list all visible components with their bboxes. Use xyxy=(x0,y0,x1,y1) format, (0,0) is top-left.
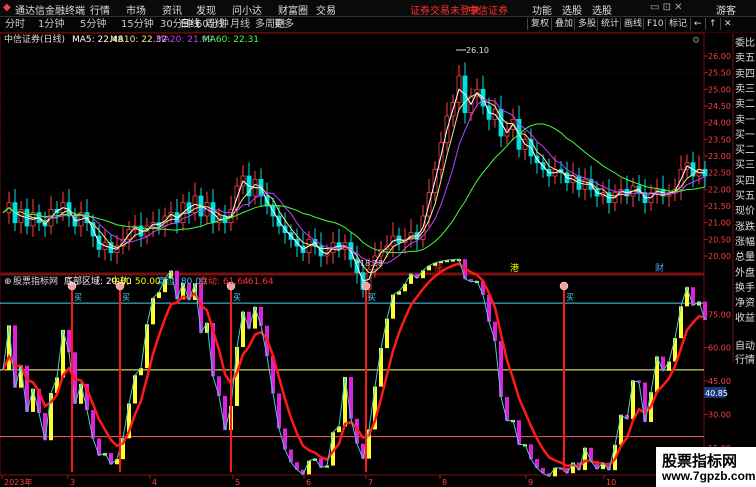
oscillator-bar xyxy=(631,380,635,420)
sidebar-field[interactable]: 买一 xyxy=(735,126,755,141)
ind-ytick-label: 60.00 xyxy=(708,344,731,353)
price-yticks: 20.00 20.50 21.00 21.50 22.00 22.50 23.00 23.50… xyxy=(704,52,731,261)
price-series xyxy=(2,62,708,301)
sidebar-field[interactable]: 买四 xyxy=(735,172,755,187)
price-ytick-label: 25.00 xyxy=(708,85,731,94)
price-ytick-label: 21.50 xyxy=(708,202,731,211)
price-ytick-label: 21.00 xyxy=(708,219,731,228)
indicator-icon[interactable]: ⊕ xyxy=(4,277,12,287)
signal-line xyxy=(1,262,706,468)
xaxis-label: 3 xyxy=(70,478,75,487)
ind-start-label-2: : 61.64 xyxy=(242,277,274,287)
price-ytick-label: 25.50 xyxy=(708,69,731,78)
sidebar-field[interactable]: 涨跌 xyxy=(735,218,755,233)
price-panel-frame xyxy=(0,32,705,274)
ma20-line xyxy=(2,99,706,264)
ma10-line xyxy=(2,92,706,274)
price-ytick-label: 22.00 xyxy=(708,185,731,194)
ind-ytick-label: 75.00 xyxy=(708,310,731,319)
ind-ytick-label: 45.00 xyxy=(708,377,731,386)
sidebar-field[interactable]: 买二 xyxy=(735,141,755,156)
oscillator-bar xyxy=(199,283,203,333)
sidebar-field[interactable]: 行情 xyxy=(735,351,755,366)
stock-chart[interactable]: 20.00 20.50 21.00 21.50 22.00 22.50 23.00 23.50… xyxy=(0,0,756,487)
sidebar-field[interactable]: 现价 xyxy=(735,202,755,217)
ind-ytick-label: 30.00 xyxy=(708,410,731,419)
indicator-series: 买买买买买 xyxy=(1,258,707,478)
xaxis-label: 8 xyxy=(442,478,447,487)
sidebar-field[interactable]: 换手 xyxy=(735,279,755,294)
marker-gang[interactable]: 港 xyxy=(510,262,519,274)
sidebar-field[interactable]: 净资 xyxy=(735,294,755,309)
buy-signal-label: 买 xyxy=(122,293,130,302)
sidebar-field[interactable]: 收益 xyxy=(735,309,755,324)
sidebar-field[interactable]: 委比 xyxy=(735,34,755,49)
current-value: 40.85 xyxy=(705,389,728,398)
sidebar-field[interactable]: 自动 xyxy=(735,337,755,352)
high-label: 26.10 xyxy=(466,46,489,55)
x-axis: 2023年34567891011 xyxy=(1,475,692,487)
indicator-panel-frame xyxy=(0,274,705,476)
quote-sidebar: 委比 卖五 卖四 卖三 卖二 卖一 买一 买二 买三 买四 买五 现价 涨跌 涨幅 总量 外盘 换手 净资 收益自动… xyxy=(733,32,756,366)
marker-cai[interactable]: 财 xyxy=(655,262,664,274)
settings-icon[interactable]: ⚙ xyxy=(692,36,700,46)
low-label: 18.28 xyxy=(360,259,383,268)
xaxis-label: 5 xyxy=(235,478,240,487)
buy-signal-label: 买 xyxy=(368,293,376,302)
buy-signal-label: 买 xyxy=(566,293,574,302)
xaxis-label: 7 xyxy=(368,478,373,487)
ma60-label: MA60: 22.31 xyxy=(202,35,259,45)
xaxis-label: 4 xyxy=(152,478,157,487)
sidebar-field[interactable]: 涨幅 xyxy=(735,233,755,248)
buy-signal-label: 买 xyxy=(233,293,241,302)
price-ytick-label: 22.50 xyxy=(708,169,731,178)
sidebar-field[interactable]: 总量 xyxy=(735,248,755,263)
watermark-title: 股票指标网 xyxy=(662,452,738,470)
xaxis-label: 9 xyxy=(528,478,533,487)
price-ytick-label: 24.50 xyxy=(708,102,731,111)
watermark-url: www.7gpzb.com xyxy=(662,469,756,483)
price-ytick-label: 20.00 xyxy=(708,252,731,261)
price-ytick-label: 20.50 xyxy=(708,235,731,244)
sidebar-field[interactable]: 外盘 xyxy=(735,264,755,279)
buy-signal-ball xyxy=(361,281,371,291)
xaxis-label: 6 xyxy=(306,478,311,487)
sidebar-field[interactable]: 卖四 xyxy=(735,65,755,80)
buy-signal-ball xyxy=(559,281,569,291)
oscillator-bar xyxy=(499,340,503,398)
buy-signal-label: 买 xyxy=(74,293,82,302)
sidebar-field[interactable]: 买五 xyxy=(735,187,755,202)
sidebar-field[interactable]: 买三 xyxy=(735,156,755,171)
stock-title: 中信证券(日线) xyxy=(4,33,65,45)
sidebar-field[interactable]: 卖三 xyxy=(735,80,755,95)
sidebar-field[interactable]: 卖二 xyxy=(735,95,755,110)
xaxis-label: 10 xyxy=(606,478,616,487)
oscillator-line xyxy=(2,258,706,478)
xaxis-label: 2023年 xyxy=(4,477,32,487)
price-ytick-label: 26.00 xyxy=(708,52,731,61)
sidebar-field[interactable]: 卖五 xyxy=(735,49,755,64)
price-grid xyxy=(0,55,704,257)
indicator-title: 股票指标网 xyxy=(13,275,58,287)
ma60-line xyxy=(2,123,706,254)
price-ytick-label: 23.00 xyxy=(708,152,731,161)
sidebar-field[interactable]: 卖一 xyxy=(735,111,755,126)
ind-mid-label: 中轨: 50.00 xyxy=(111,275,161,287)
price-ytick-label: 24.00 xyxy=(708,119,731,128)
indicator-yticks: 15.0030.0045.0060.0075.00 xyxy=(704,310,731,453)
price-ytick-label: 23.50 xyxy=(708,135,731,144)
watermark: 股票指标网 www.7gpzb.com xyxy=(656,447,756,487)
